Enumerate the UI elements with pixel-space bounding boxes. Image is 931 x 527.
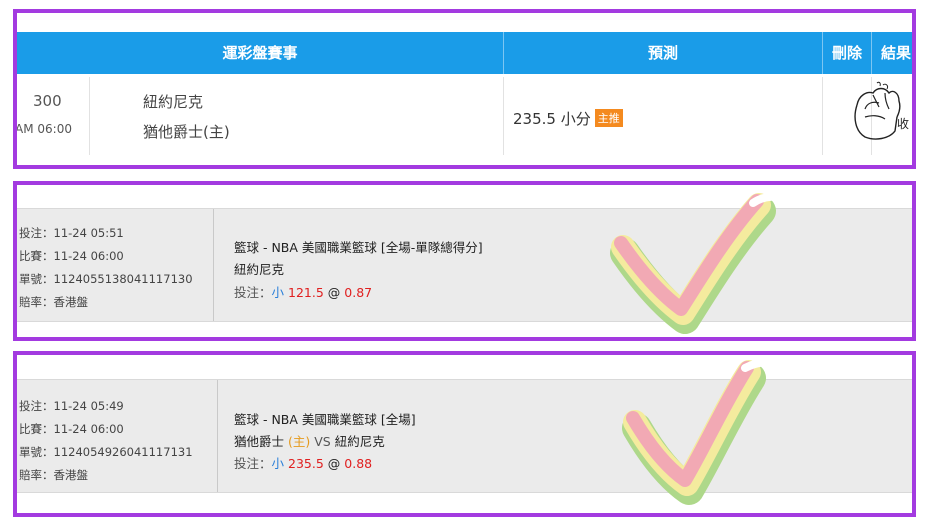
match-time: 比賽：11-24 06:00 <box>19 422 124 436</box>
win-check-icon <box>610 192 791 334</box>
market-name: 籃球 - NBA 美國職業籃球 [全場-單隊總得分] <box>234 240 483 255</box>
prediction-text: 235.5 小分 <box>513 110 591 128</box>
ticket-info: 投注：11-24 05:51 比賽：11-24 06:00 單號：1124055… <box>17 209 214 321</box>
bet-time: 投注：11-24 05:49 <box>19 399 124 413</box>
header-delete: 刪除 <box>831 44 862 62</box>
ticket-number: 單號：1124055138041117130 <box>19 272 193 286</box>
team-name: 紐約尼克 <box>234 262 285 277</box>
prediction-panel: 運彩盤賽事 預測 刪除 結果 300 AM 06:00 紐約尼克 猶他爵士(主)… <box>13 9 916 169</box>
game-number: 300 <box>33 92 62 110</box>
odds-type: 賠率：香港盤 <box>19 295 88 309</box>
bet-time: 投注：11-24 05:51 <box>19 226 124 240</box>
market-name: 籃球 - NBA 美國職業籃球 [全場] <box>234 412 416 427</box>
ticket-number: 單號：1124054926041117131 <box>19 445 193 459</box>
game-time: AM 06:00 <box>15 122 72 136</box>
bet-ticket-1: 投注：11-24 05:51 比賽：11-24 06:00 單號：1124055… <box>13 181 916 341</box>
pick-line: 投注：小 235.5 @ 0.88 <box>234 456 373 471</box>
header-event: 運彩盤賽事 <box>222 44 298 62</box>
ticket-body: 投注：11-24 05:51 比賽：11-24 06:00 單號：1124055… <box>17 192 912 334</box>
bet-ticket-2: 投注：11-24 05:49 比賽：11-24 06:00 單號：1124054… <box>13 351 916 517</box>
fist-doodle-icon <box>854 81 901 140</box>
team-away: 紐約尼克 <box>143 93 204 111</box>
matchup: 猶他爵士 (主) VS 紐約尼克 <box>234 434 385 449</box>
result-note: 收 <box>897 117 910 131</box>
recommend-badge: 主推 <box>594 109 623 127</box>
header-prediction: 預測 <box>647 44 678 62</box>
ticket-info: 投注：11-24 05:49 比賽：11-24 06:00 單號：1124054… <box>17 380 218 492</box>
prediction-value: 235.5 小分 主推 <box>513 108 623 129</box>
pick-line: 投注：小 121.5 @ 0.87 <box>234 285 373 300</box>
match-time: 比賽：11-24 06:00 <box>19 249 124 263</box>
win-check-icon <box>622 358 781 505</box>
team-home: 猶他爵士(主) <box>143 123 230 141</box>
table-header: 運彩盤賽事 預測 刪除 結果 <box>17 32 912 74</box>
ticket-body: 投注：11-24 05:49 比賽：11-24 06:00 單號：1124054… <box>17 358 912 505</box>
odds-type: 賠率：香港盤 <box>19 468 88 482</box>
header-result: 結果 <box>880 44 911 62</box>
